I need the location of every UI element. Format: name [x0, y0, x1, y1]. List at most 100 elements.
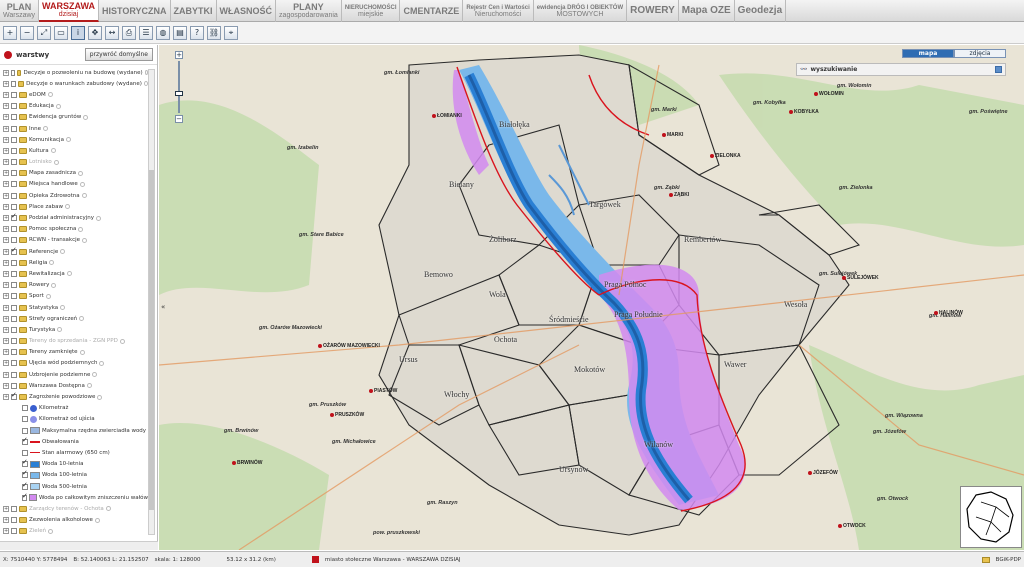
layer-row[interactable]: + Tereny zamknięte [0, 347, 148, 358]
tab-7[interactable]: CMENTARZE [400, 0, 464, 22]
info-icon[interactable] [86, 383, 92, 389]
expand-toggle[interactable]: + [3, 69, 9, 76]
info-icon[interactable] [79, 316, 85, 322]
layer-checkbox[interactable] [11, 226, 17, 233]
info-icon[interactable] [55, 103, 61, 109]
layer-row[interactable]: + Zezwolenia alkoholowe [0, 515, 148, 526]
sublayer-row[interactable]: Woda 500-letnia [0, 481, 148, 492]
info-icon[interactable] [60, 305, 66, 311]
info-icon[interactable] [79, 349, 85, 355]
expand-toggle[interactable]: + [3, 528, 9, 535]
layer-row[interactable]: + Edukacja [0, 101, 148, 112]
expand-toggle[interactable]: + [3, 136, 9, 143]
expand-toggle[interactable]: + [3, 382, 9, 389]
zoom-slider-knob[interactable] [175, 91, 183, 96]
info-icon[interactable] [49, 260, 55, 266]
info-icon[interactable] [47, 92, 53, 98]
tab-2[interactable]: HISTORYCZNA [99, 0, 171, 22]
sublayer-row[interactable]: Stan alarmowy (650 cm) [0, 447, 148, 458]
info-icon[interactable] [79, 181, 85, 187]
layer-row[interactable]: + Opieka Zdrowotna [0, 190, 148, 201]
measure-icon[interactable]: ↔ [105, 25, 119, 40]
info-icon[interactable] [99, 360, 105, 366]
layer-row[interactable]: + Zarządcy terenów - Ochota [0, 503, 148, 514]
overview-map[interactable] [960, 486, 1022, 548]
sublayer-row[interactable]: Woda po całkowitym zniszczeniu wałów [0, 492, 148, 503]
expand-toggle[interactable]: + [3, 315, 9, 322]
info-icon[interactable] [97, 394, 103, 400]
expand-toggle[interactable]: + [3, 215, 9, 222]
info-icon[interactable] [42, 126, 48, 132]
info-icon[interactable] [57, 327, 63, 333]
zoom-out-icon[interactable]: − [20, 25, 34, 40]
expand-toggle[interactable]: + [3, 203, 9, 210]
layer-checkbox[interactable] [11, 360, 17, 367]
expand-toggle[interactable]: + [3, 326, 9, 333]
expand-toggle[interactable]: + [3, 360, 9, 367]
tab-6[interactable]: NIERUCHOMOŚCI miejskie [342, 0, 401, 22]
sublayer-checkbox[interactable] [22, 405, 28, 412]
layer-row[interactable]: + Decyzje o warunkach zabudowy (wydane) [0, 78, 148, 89]
layer-row[interactable]: + Tereny do sprzedania - ZGN PPD [0, 336, 148, 347]
link-icon[interactable]: ⛓ [207, 25, 221, 40]
layer-checkbox[interactable] [11, 528, 17, 535]
zoom-window-icon[interactable]: ▭ [54, 25, 68, 40]
expand-toggle[interactable]: + [3, 304, 9, 311]
layer-checkbox[interactable] [11, 237, 17, 244]
expand-toggle[interactable]: + [3, 80, 9, 87]
tab-4[interactable]: WŁASNOŚĆ [217, 0, 277, 22]
layer-row[interactable]: + Ewidencja gruntów [0, 112, 148, 123]
expand-toggle[interactable]: + [3, 147, 9, 154]
tab-0[interactable]: PLAN Warszawy [0, 0, 40, 22]
coordinates-icon[interactable]: ⌖ [224, 25, 238, 40]
sublayer-checkbox[interactable] [22, 481, 28, 490]
layer-checkbox[interactable] [11, 259, 17, 266]
expand-toggle[interactable]: + [3, 226, 9, 233]
info-icon[interactable] [94, 517, 100, 523]
layer-row[interactable]: + Rewitalizacja [0, 268, 148, 279]
tab-3[interactable]: ZABYTKI [171, 0, 217, 22]
collapse-panel-arrow-icon[interactable]: « [161, 303, 165, 311]
zoom-out-button[interactable]: − [175, 115, 183, 123]
pan-icon[interactable]: ✥ [88, 25, 102, 40]
layer-checkbox[interactable] [11, 517, 17, 524]
tab-5[interactable]: PLANY zagospodarowania [276, 0, 342, 22]
info-icon[interactable] [78, 226, 84, 232]
expand-toggle[interactable]: + [3, 248, 9, 255]
layer-checkbox[interactable] [11, 371, 17, 378]
expand-toggle[interactable]: + [3, 394, 9, 401]
layer-checkbox[interactable] [11, 125, 17, 132]
expand-toggle[interactable]: + [3, 159, 9, 166]
layer-row[interactable]: + Uzbrojenie podziemne [0, 369, 148, 380]
save-icon[interactable]: ▤ [173, 25, 187, 40]
info-icon[interactable] [119, 338, 125, 344]
sublayer-checkbox[interactable] [22, 416, 28, 423]
layer-row[interactable]: + Inne [0, 123, 148, 134]
map-type-map-button[interactable]: mapa [902, 49, 954, 58]
info-icon[interactable] [60, 249, 66, 255]
info-icon[interactable] [66, 271, 72, 277]
tab-10[interactable]: ROWERY [627, 0, 679, 22]
layer-row[interactable]: + Place zabaw [0, 201, 148, 212]
search-panel[interactable]: 👓 wyszukiwanie [796, 63, 1006, 76]
expand-toggle[interactable]: + [3, 371, 9, 378]
layer-row[interactable]: + Religia [0, 257, 148, 268]
globe-icon[interactable]: ◍ [156, 25, 170, 40]
info-icon[interactable] [53, 159, 59, 165]
expand-toggle[interactable]: + [3, 349, 9, 356]
scroll-thumb[interactable] [149, 170, 154, 510]
pin-panel-icon[interactable] [995, 66, 1002, 73]
sublayer-row[interactable]: Kilometraż [0, 403, 148, 414]
layer-checkbox[interactable] [11, 338, 17, 345]
reset-layers-button[interactable]: przywróć domyślne [84, 48, 153, 61]
layer-checkbox[interactable] [11, 382, 17, 389]
layer-checkbox[interactable] [11, 159, 17, 166]
mail-icon[interactable] [981, 556, 990, 563]
expand-toggle[interactable]: + [3, 338, 9, 345]
sublayer-checkbox[interactable] [22, 449, 28, 456]
layer-checkbox[interactable] [11, 136, 17, 143]
expand-toggle[interactable]: + [3, 517, 9, 524]
expand-toggle[interactable]: + [3, 103, 9, 110]
layer-row[interactable]: + Mapa zasadnicza [0, 168, 148, 179]
layer-row[interactable]: + Zieleń [0, 526, 148, 537]
